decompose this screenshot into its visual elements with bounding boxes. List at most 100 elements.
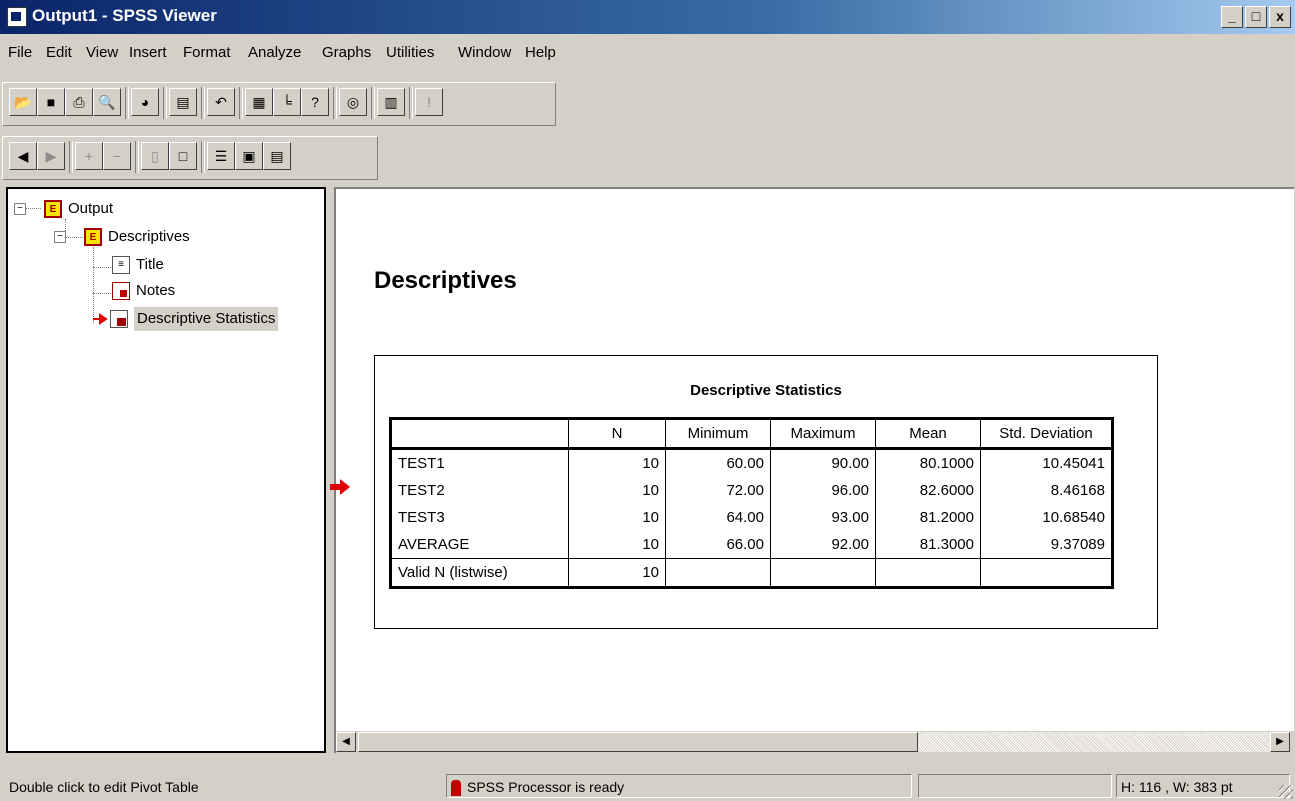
use-sets-icon[interactable]: ◎ — [339, 88, 367, 116]
insert-text-icon[interactable]: ▤ — [263, 142, 291, 170]
table-cell: 64.00 — [665, 504, 771, 531]
toolbar-separator — [201, 141, 205, 173]
output-heading: Descriptives — [374, 267, 517, 294]
menu-insert[interactable]: Insert — [129, 44, 167, 61]
table-cell — [875, 558, 981, 588]
menu-file[interactable]: File — [8, 44, 32, 61]
table-row: TEST3 10 64.00 93.00 81.2000 10.68540 — [391, 504, 1113, 531]
hide-icon[interactable]: □ — [169, 142, 197, 170]
collapse-icon[interactable]: − — [103, 142, 131, 170]
column-header: Minimum — [665, 418, 771, 450]
table-cell: 82.6000 — [875, 477, 981, 504]
tree-label-output: Output — [68, 200, 114, 217]
goto-chart-icon[interactable]: ╘ — [273, 88, 301, 116]
column-header: Mean — [875, 418, 981, 450]
scroll-thumb[interactable] — [358, 732, 918, 752]
outline-toolbar: ◀ ▶ + − ▯ □ ☰ ▣ ▤ — [2, 136, 378, 180]
main-toolbar: 📂 ■ ⎙ 🔍 ◕ ▤ ↶ ▦ ╘ ? ◎ ▥ ! — [2, 82, 556, 126]
designate-window-icon[interactable]: ▥ — [377, 88, 405, 116]
export-icon[interactable]: ◕ — [131, 88, 159, 116]
table-cell: 10 — [568, 477, 666, 504]
spss-app-icon[interactable] — [7, 7, 27, 27]
table-cell: 72.00 — [665, 477, 771, 504]
collapse-toggle-icon[interactable]: − — [14, 203, 26, 215]
status-bar: Double click to edit Pivot Table SPSS Pr… — [0, 772, 1295, 801]
save-icon[interactable]: ■ — [37, 88, 65, 116]
descriptive-statistics-table: N Minimum Maximum Mean Std. Deviation TE… — [389, 417, 1114, 589]
scroll-right-icon[interactable]: ▶ — [1270, 732, 1290, 752]
status-processor: SPSS Processor is ready — [446, 774, 912, 798]
show-icon[interactable]: ▯ — [141, 142, 169, 170]
menu-analyze[interactable]: Analyze — [248, 44, 301, 61]
menu-help[interactable]: Help — [525, 44, 556, 61]
title-doc-icon: ≡ — [112, 256, 130, 274]
pivot-table-title: Descriptive Statistics — [690, 382, 842, 399]
column-header: N — [568, 418, 666, 450]
processor-icon — [451, 780, 461, 797]
table-cell — [770, 558, 876, 588]
expand-icon[interactable]: + — [75, 142, 103, 170]
table-cell: 92.00 — [770, 531, 876, 559]
table-cell: 90.00 — [770, 448, 876, 477]
status-size: H: 116 , W: 383 pt — [1116, 774, 1290, 798]
resize-grip-icon[interactable] — [1279, 785, 1293, 799]
tree-connector — [93, 293, 113, 294]
collapse-toggle-icon[interactable]: − — [54, 231, 66, 243]
table-cell: 10.45041 — [980, 448, 1113, 477]
table-header-row: N Minimum Maximum Mean Std. Deviation — [390, 418, 1113, 450]
tree-item-output[interactable]: − E Output — [14, 197, 113, 221]
tree-label-descriptive-statistics: Descriptive Statistics — [134, 307, 279, 331]
tree-item-descriptives[interactable]: − E Descriptives — [54, 225, 190, 249]
menu-view[interactable]: View — [86, 44, 118, 61]
tree-label-notes: Notes — [136, 282, 176, 299]
table-cell: 9.37089 — [980, 531, 1113, 559]
menu-utilities[interactable]: Utilities — [386, 44, 434, 61]
table-cell — [665, 558, 771, 588]
menu-graphs[interactable]: Graphs — [322, 44, 371, 61]
variables-icon[interactable]: ? — [301, 88, 329, 116]
open-icon[interactable]: 📂 — [9, 88, 37, 116]
demote-icon[interactable]: ▶ — [37, 142, 65, 170]
scroll-left-icon[interactable]: ◀ — [336, 732, 356, 752]
table-cell: 10.68540 — [980, 504, 1113, 531]
toolbar-separator — [239, 87, 243, 119]
menu-window[interactable]: Window — [458, 44, 511, 61]
promote-icon[interactable]: ◀ — [9, 142, 37, 170]
outline-pane[interactable]: − E Output − E Descriptives ≡ Title Note… — [6, 187, 326, 753]
tree-item-descriptive-statistics[interactable]: Descriptive Statistics — [92, 307, 279, 331]
table-row: TEST1 10 60.00 90.00 80.1000 10.45041 — [391, 448, 1113, 477]
dialog-recall-icon[interactable]: ▤ — [169, 88, 197, 116]
close-button[interactable]: x — [1269, 6, 1291, 28]
notes-icon — [112, 282, 130, 300]
menu-edit[interactable]: Edit — [46, 44, 72, 61]
title-bar: Output1 - SPSS Viewer _ □ x — [0, 0, 1295, 34]
tree-item-title[interactable]: ≡ Title — [112, 253, 164, 277]
table-cell: 10 — [568, 504, 666, 531]
insert-title-icon[interactable]: ▣ — [235, 142, 263, 170]
run-current-icon[interactable]: ! — [415, 88, 443, 116]
minimize-button[interactable]: _ — [1221, 6, 1243, 28]
table-cell: 10 — [568, 448, 666, 477]
table-cell: 60.00 — [665, 448, 771, 477]
menu-format[interactable]: Format — [183, 44, 231, 61]
row-label: AVERAGE — [398, 536, 470, 553]
insert-heading-icon[interactable]: ☰ — [207, 142, 235, 170]
scroll-track[interactable] — [918, 732, 1270, 752]
horizontal-scrollbar[interactable]: ◀ ▶ — [336, 731, 1294, 753]
maximize-button[interactable]: □ — [1245, 6, 1267, 28]
table-cell: 81.3000 — [875, 531, 981, 559]
print-icon[interactable]: ⎙ — [65, 88, 93, 116]
row-label: TEST2 — [398, 482, 445, 499]
row-label: TEST3 — [398, 509, 445, 526]
print-preview-icon[interactable]: 🔍 — [93, 88, 121, 116]
column-header: Std. Deviation — [980, 418, 1113, 450]
goto-data-icon[interactable]: ▦ — [245, 88, 273, 116]
undo-icon[interactable]: ↶ — [207, 88, 235, 116]
table-cell: 80.1000 — [875, 448, 981, 477]
content-pane[interactable]: Descriptives Descriptive Statistics N Mi… — [330, 187, 1294, 753]
column-header: Maximum — [770, 418, 876, 450]
tree-label-title: Title — [136, 256, 164, 273]
pivot-table[interactable]: Descriptive Statistics N Minimum Maximum… — [374, 355, 1158, 629]
tree-item-notes[interactable]: Notes — [112, 279, 175, 303]
toolbar-separator — [371, 87, 375, 119]
